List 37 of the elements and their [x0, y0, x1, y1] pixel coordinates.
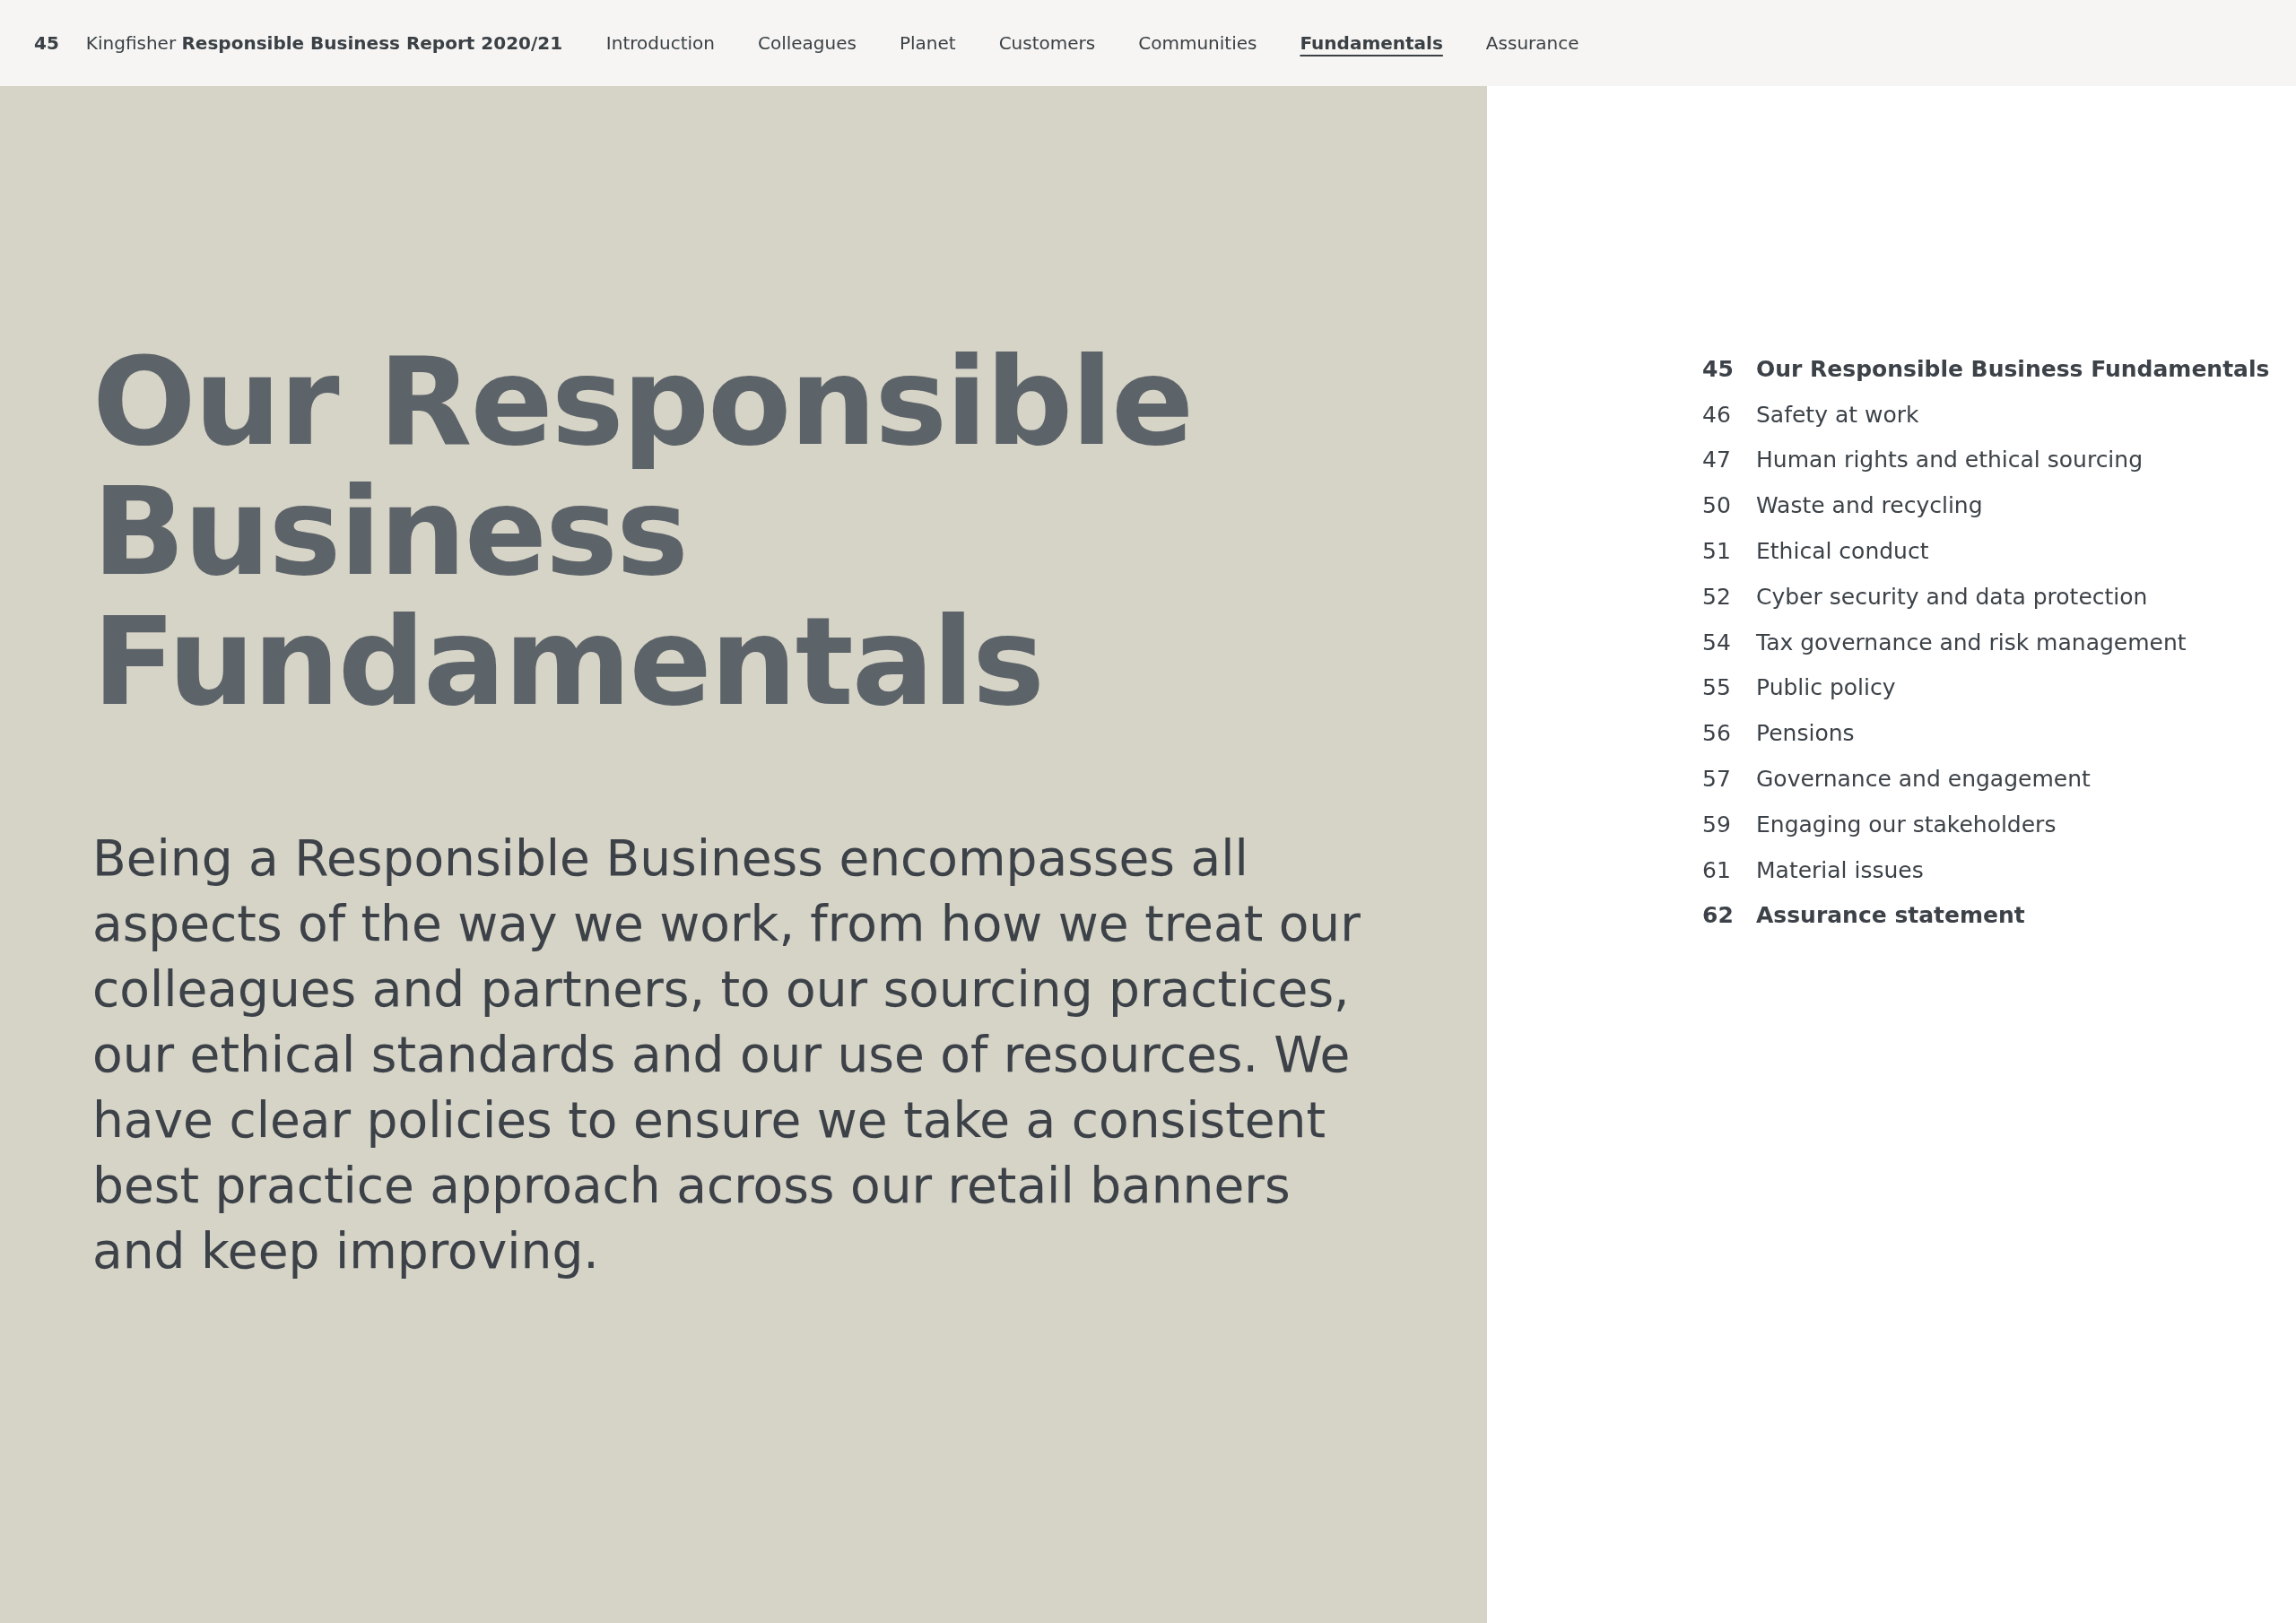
contents-page-number: 55: [1702, 674, 1732, 701]
contents-page-number: 50: [1702, 492, 1732, 519]
intro-paragraph: Being a Responsible Business encompasses all aspects of the way we work, from how we treat our colleagues and partners, to our sourcing practices, our ethical standards and our use of resources. We have clear policies to ensure we take a consistent best practice approach across our retail banners and keep improving.: [92, 829, 1361, 1281]
contents-page-number: 51: [1702, 538, 1732, 565]
contents-link[interactable]: Engaging our stakeholders: [1756, 811, 2057, 838]
contents-page-number: 52: [1702, 583, 1732, 610]
contents-page-number: 46: [1702, 401, 1732, 428]
contents-link[interactable]: Human rights and ethical sourcing: [1756, 447, 2144, 473]
contents-link[interactable]: Safety at work: [1756, 401, 1919, 428]
report-title: Kingfisher Responsible Business Report 2020/21: [85, 32, 564, 54]
nav-link[interactable]: Fundamentals: [1300, 32, 1443, 54]
contents-link[interactable]: Cyber security and data protection: [1756, 583, 2148, 610]
contents-link[interactable]: Tax governance and risk management: [1756, 629, 2187, 655]
contents-link[interactable]: Governance and engagement: [1756, 766, 2091, 793]
contents-link[interactable]: Public policy: [1756, 674, 1896, 701]
contents-link[interactable]: Ethical conduct: [1756, 538, 1929, 565]
contents-page-number: 54: [1702, 629, 1732, 655]
contents-link[interactable]: Waste and recycling: [1756, 492, 1983, 519]
contents-link[interactable]: Pensions: [1756, 720, 1855, 747]
contents-link[interactable]: Our Responsible Business Fundamentals: [1756, 355, 2270, 382]
nav-link[interactable]: Planet: [899, 32, 956, 54]
page-title: Our Responsible Business Fundamentals: [92, 337, 1194, 727]
nav-link[interactable]: Communities: [1138, 32, 1257, 54]
contents-page-number: 45: [1702, 355, 1735, 382]
contents-page-number: 56: [1702, 720, 1732, 747]
contents-page-number: 62: [1702, 902, 1735, 929]
nav-link[interactable]: Colleagues: [757, 32, 857, 54]
contents-page-number: 61: [1702, 856, 1732, 883]
nav-link[interactable]: Customers: [998, 32, 1096, 54]
contents-page-number: 59: [1702, 811, 1732, 838]
page-number: 45: [34, 32, 59, 54]
contents-page-number: 47: [1702, 447, 1732, 473]
nav-link[interactable]: Assurance: [1485, 32, 1579, 54]
nav-link[interactable]: Introduction: [605, 32, 715, 54]
contents-link[interactable]: Assurance statement: [1756, 902, 2025, 929]
contents-link[interactable]: Material issues: [1756, 856, 1924, 883]
contents-page-number: 57: [1702, 766, 1732, 793]
